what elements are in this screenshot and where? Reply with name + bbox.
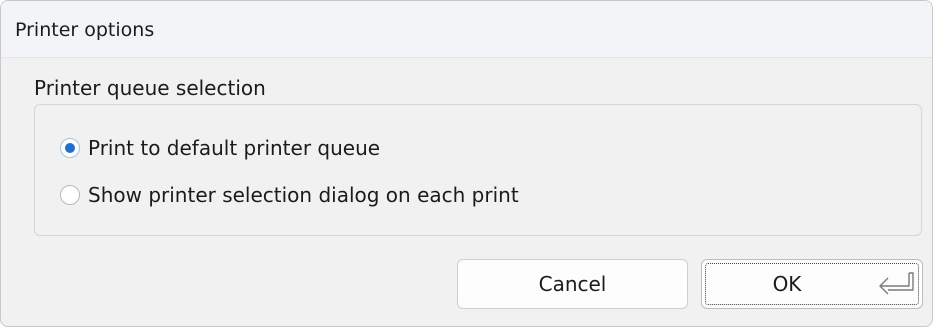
radio-button-selected[interactable] [60, 138, 80, 158]
dialog-title: Printer options [15, 19, 155, 41]
cancel-button[interactable]: Cancel [457, 259, 688, 309]
radio-show-selection-dialog[interactable]: Show printer selection dialog on each pr… [60, 181, 519, 209]
ok-button[interactable]: OK [701, 259, 923, 309]
group-label: Printer queue selection [34, 76, 266, 100]
radio-button-unselected[interactable] [60, 185, 80, 205]
printer-queue-groupbox [34, 104, 922, 236]
title-bar[interactable]: Printer options [1, 1, 932, 58]
cancel-button-label: Cancel [538, 272, 607, 296]
radio-default-printer-queue[interactable]: Print to default printer queue [60, 134, 380, 162]
radio-label[interactable]: Print to default printer queue [88, 136, 380, 160]
ok-button-label: OK [772, 272, 802, 296]
enter-key-icon [879, 272, 914, 295]
printer-options-dialog: Printer options Printer queue selection … [0, 0, 933, 327]
radio-label[interactable]: Show printer selection dialog on each pr… [88, 183, 519, 207]
